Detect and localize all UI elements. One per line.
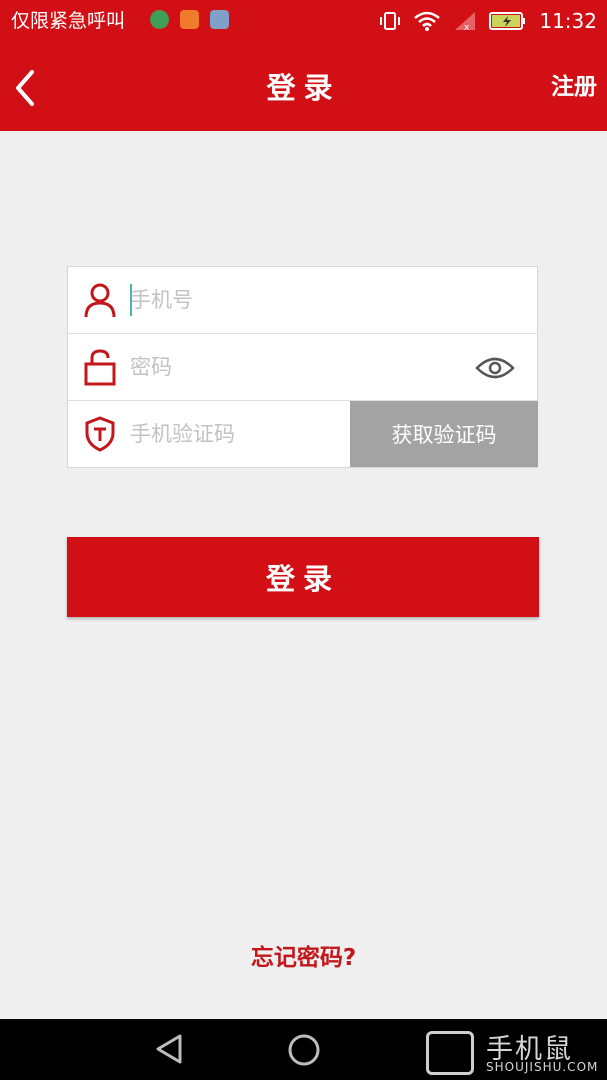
heart-app-icon	[180, 10, 199, 29]
wifi-icon	[414, 11, 441, 31]
forgot-password-link[interactable]: 忘记密码?	[0, 940, 607, 976]
game-app-icon	[210, 10, 229, 29]
verification-code-row: 获取验证码	[68, 401, 538, 468]
nav-home-icon[interactable]	[287, 1033, 321, 1067]
system-navigation-bar: 手机鼠 SHOUJISHU.COM	[0, 1019, 607, 1080]
page-title: 登录	[266, 71, 341, 105]
battery-icon	[489, 12, 526, 30]
password-row	[68, 334, 537, 401]
svg-text:x: x	[464, 23, 470, 32]
text-cursor	[130, 284, 132, 316]
login-form: 获取验证码	[67, 266, 538, 468]
vibrate-icon	[380, 12, 401, 30]
register-button[interactable]: 注册	[551, 70, 597, 104]
app-header: 登录 注册	[0, 44, 607, 131]
nav-back-icon[interactable]	[152, 1032, 186, 1066]
globe-app-icon	[150, 10, 169, 29]
system-icons: x 11:32	[379, 6, 597, 36]
status-bar: 仅限紧急呼叫 x 11:32	[0, 0, 607, 44]
signal-icon: x	[455, 12, 476, 32]
watermark-logo: 手机鼠 SHOUJISHU.COM	[422, 1027, 607, 1079]
user-icon	[84, 283, 116, 318]
eye-icon	[475, 357, 515, 379]
login-button[interactable]: 登录	[67, 537, 539, 617]
lock-icon	[84, 349, 116, 386]
toggle-password-visibility-button[interactable]	[475, 354, 515, 382]
verification-code-input[interactable]	[130, 401, 340, 467]
clock-time: 11:32	[539, 9, 597, 33]
password-input[interactable]	[130, 334, 460, 400]
phone-input[interactable]	[130, 267, 530, 333]
watermark-logo-icon	[426, 1031, 474, 1075]
get-verification-code-button[interactable]: 获取验证码	[350, 401, 538, 467]
notification-icons	[150, 10, 229, 29]
shield-icon	[85, 416, 115, 452]
watermark-subtitle: SHOUJISHU.COM	[486, 1060, 599, 1074]
carrier-status-text: 仅限紧急呼叫	[11, 10, 126, 32]
phone-row	[68, 267, 537, 334]
